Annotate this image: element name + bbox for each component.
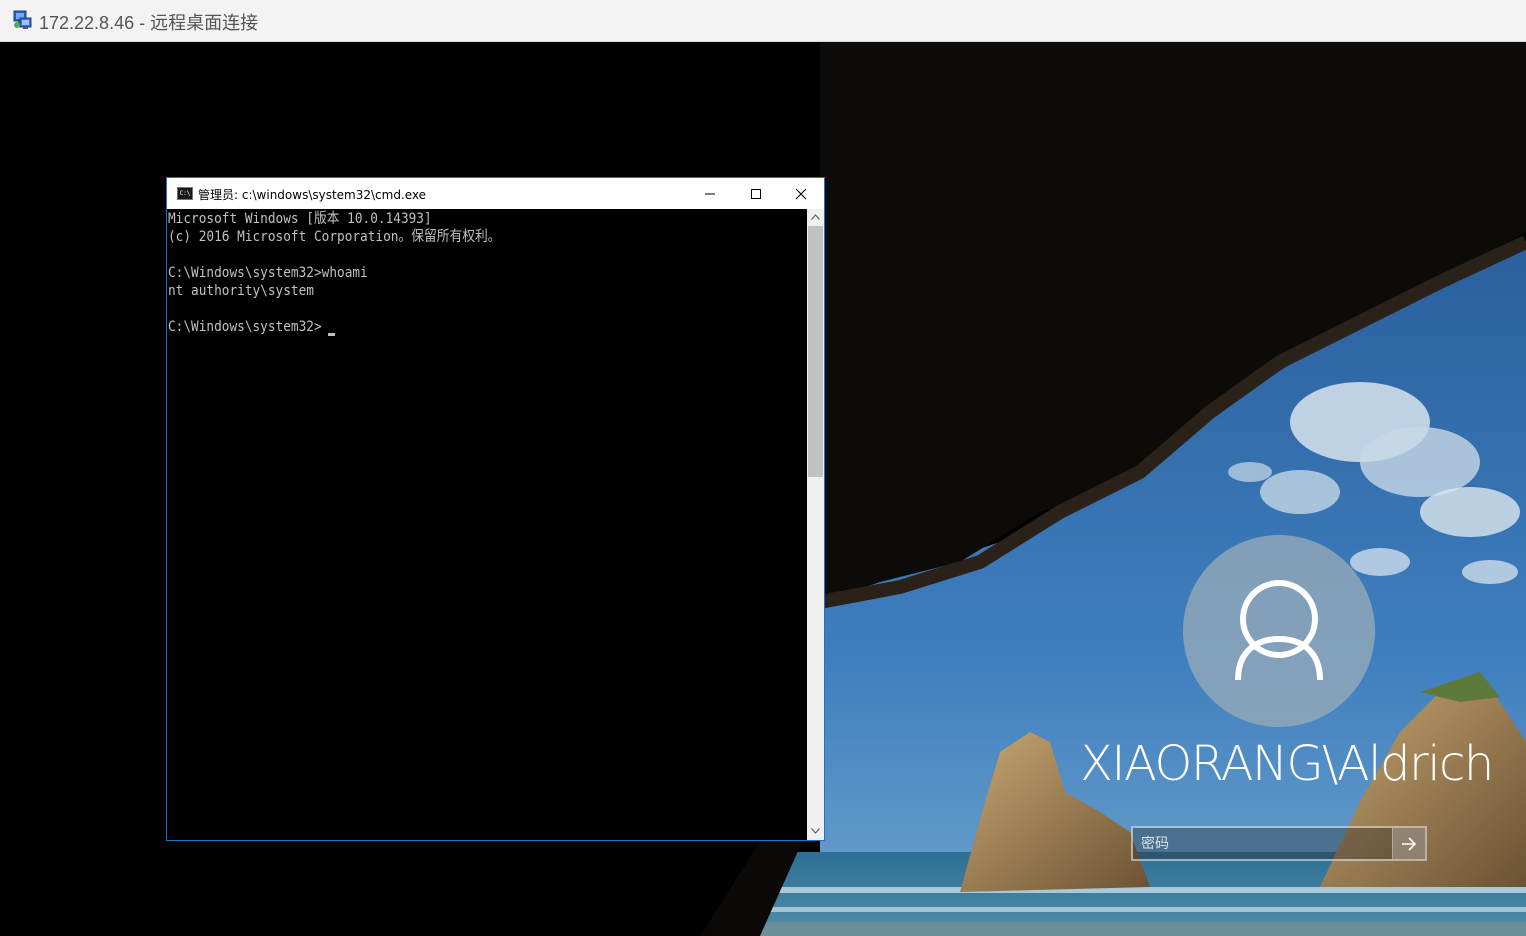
cmd-icon: C:\ [177,187,193,200]
chevron-down-icon [811,828,820,834]
scroll-down-button[interactable] [807,823,824,840]
maximize-button[interactable] [733,178,779,209]
chevron-up-icon [811,214,820,220]
window-title: 172.22.8.46 - 远程桌面连接 [39,13,259,33]
console-line: C:\Windows\system32>whoami [168,265,368,281]
close-icon [795,188,807,200]
console-line: Microsoft Windows [版本 10.0.14393] [168,211,432,227]
cmd-console[interactable]: Microsoft Windows [版本 10.0.14393] (c) 20… [167,209,807,840]
password-box [1131,826,1427,861]
arrow-right-icon [1402,837,1417,851]
scroll-thumb[interactable] [808,226,823,477]
vertical-scrollbar[interactable] [807,209,824,840]
console-line: (c) 2016 Microsoft Corporation。保留所有权利。 [168,229,501,245]
cmd-window[interactable]: C:\ 管理员: c:\windows\system32\cmd.exe Mic… [166,177,825,841]
cmd-titlebar[interactable]: C:\ 管理员: c:\windows\system32\cmd.exe [167,178,824,209]
submit-button[interactable] [1392,828,1425,859]
text-cursor [328,333,335,336]
scroll-up-button[interactable] [807,209,824,226]
user-icon [1235,580,1323,681]
minimize-icon [705,193,715,195]
username-label: XIAORANG\Aldrich [1080,736,1494,792]
console-prompt: C:\Windows\system32> [168,319,322,335]
password-input[interactable] [1133,828,1393,859]
remote-desktop-icon [13,10,32,29]
maximize-icon [751,189,761,199]
close-button[interactable] [778,178,824,209]
console-line: nt authority\system [168,283,314,299]
user-avatar [1183,535,1375,727]
minimize-button[interactable] [687,178,733,209]
cmd-title: 管理员: c:\windows\system32\cmd.exe [198,188,427,202]
rdp-titlebar: 172.22.8.46 - 远程桌面连接 [0,0,1526,42]
